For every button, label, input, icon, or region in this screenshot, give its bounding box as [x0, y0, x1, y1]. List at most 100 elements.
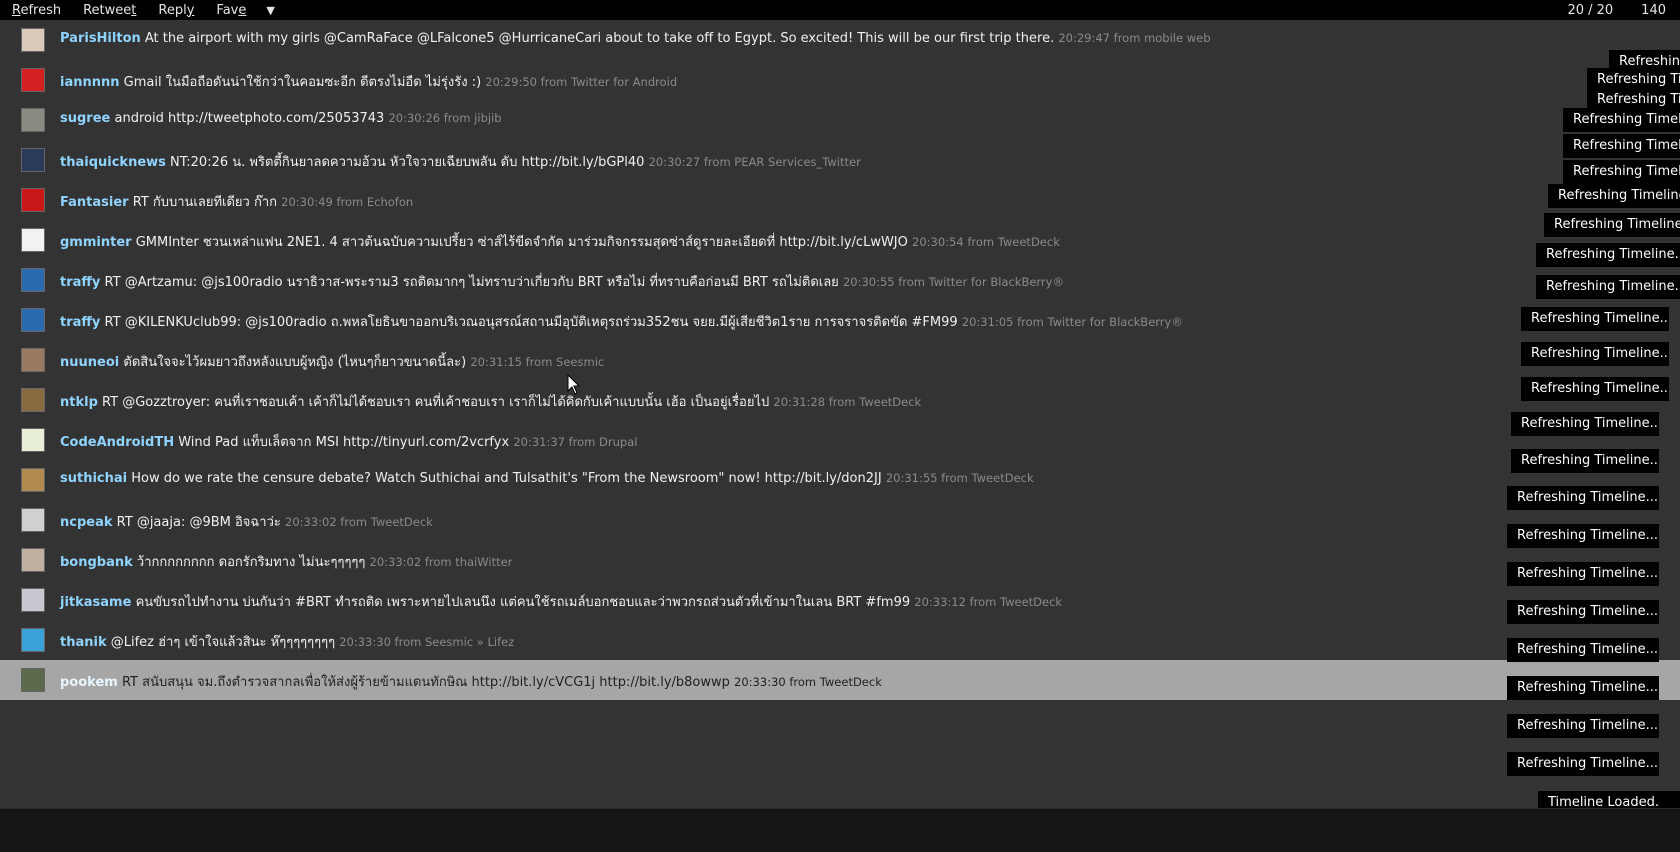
tweet-text: RT @jaaja: @9BM อิจฉาว่ะ: [116, 515, 281, 530]
fave-button[interactable]: Fave: [204, 3, 256, 18]
tweet-text: How do we rate the censure debate? Watch…: [131, 471, 882, 486]
tweet-meta: 20:31:28 from TweetDeck: [773, 395, 922, 409]
avatar[interactable]: [21, 428, 45, 452]
tweet-content: bongbank ว้ากกกกกกกก ดอกรักริมทาง ไม่นะๆ…: [60, 551, 512, 572]
tweet-text: RT @Gozztroyer: คนที่เราชอบเค้า เค้าก็ไม…: [102, 395, 770, 410]
tweet-row[interactable]: jitkasame คนขับรถไปทำงาน บ่นกันว่า #BRT …: [0, 580, 1680, 620]
avatar[interactable]: [21, 268, 45, 292]
tweet-meta: 20:31:55 from TweetDeck: [885, 471, 1034, 485]
tweet-row[interactable]: gmminter GMMInter ชวนเหล่าแฟน 2NE1. 4 สา…: [0, 220, 1680, 260]
tweet-content: traffy RT @KILENKUclub99: @js100radio ถ.…: [60, 311, 1183, 332]
tweet-content: iannnnn Gmail ในมือถือดันน่าใช้กว่าในคอม…: [60, 71, 677, 92]
tweet-meta: 20:33:30 from TweetDeck: [734, 675, 882, 689]
tweet-row[interactable]: thanik @Lifez ฮ่าๆ เข้าใจแล้วสินะ ห๊ๆๆๆๆ…: [0, 620, 1680, 660]
avatar[interactable]: [21, 468, 45, 492]
tweet-content: ntklp RT @Gozztroyer: คนที่เราชอบเค้า เค…: [60, 391, 921, 412]
tweet-content: thanik @Lifez ฮ่าๆ เข้าใจแล้วสินะ ห๊ๆๆๆๆ…: [60, 631, 514, 652]
tweet-row[interactable]: bongbank ว้ากกกกกกกก ดอกรักริมทาง ไม่นะๆ…: [0, 540, 1680, 580]
tweet-meta: 20:30:27 from PEAR Services_Twitter: [648, 155, 861, 169]
tweet-row[interactable]: ntklp RT @Gozztroyer: คนที่เราชอบเค้า เค…: [0, 380, 1680, 420]
tweet-meta: 20:33:12 from TweetDeck: [914, 595, 1063, 609]
tweet-row[interactable]: sugree android http://tweetphoto.com/250…: [0, 100, 1680, 140]
tweet-row[interactable]: traffy RT @Artzamu: @js100radio นราธิวาส…: [0, 260, 1680, 300]
status-area: 20 / 20 140: [1567, 3, 1680, 18]
avatar[interactable]: [21, 28, 45, 52]
tweet-content: Fantasier RT กับบานเลยทีเดียว ก๊าก 20:30…: [60, 191, 413, 212]
tweet-username[interactable]: bongbank: [60, 555, 133, 570]
tweet-username[interactable]: sugree: [60, 111, 110, 126]
tweet-content: pookem RT สนับสนุน จม.ถึงตำรวจสากลเพื่อใ…: [60, 671, 882, 692]
tweet-username[interactable]: ntklp: [60, 395, 98, 410]
tweet-meta: 20:33:02 from thaiWitter: [369, 555, 513, 569]
tweet-row[interactable]: pookem RT สนับสนุน จม.ถึงตำรวจสากลเพื่อใ…: [0, 660, 1680, 700]
tweet-row[interactable]: thaiquicknews NT:20:26 น. พริตตี้กินยาลด…: [0, 140, 1680, 180]
retweet-button[interactable]: Retweet: [71, 3, 146, 18]
tweet-text: RT @Artzamu: @js100radio นราธิวาส-พระราม…: [104, 275, 839, 290]
tweet-content: ncpeak RT @jaaja: @9BM อิจฉาว่ะ 20:33:02…: [60, 511, 433, 532]
chars-left: 140: [1641, 2, 1666, 18]
tweet-text: Wind Pad แท็บเล็ตจาก MSI http://tinyurl.…: [178, 435, 510, 450]
toolbar: Refresh Retweet Reply Fave ▼ 20 / 20 140: [0, 0, 1680, 20]
tweet-meta: 20:33:02 from TweetDeck: [285, 515, 433, 529]
tweet-content: thaiquicknews NT:20:26 น. พริตตี้กินยาลด…: [60, 151, 861, 172]
tweet-username[interactable]: iannnnn: [60, 75, 120, 90]
avatar[interactable]: [21, 228, 45, 252]
tweet-username[interactable]: Fantasier: [60, 195, 129, 210]
tweet-text: ว้ากกกกกกกก ดอกรักริมทาง ไม่นะๆๆๆๆๆ: [136, 555, 366, 570]
avatar[interactable]: [21, 668, 45, 692]
avatar[interactable]: [21, 548, 45, 572]
tweet-meta: 20:29:50 from Twitter for Android: [485, 75, 678, 89]
tweet-username[interactable]: traffy: [60, 315, 100, 330]
tweet-meta: 20:31:37 from Drupal: [513, 435, 638, 449]
tweet-username[interactable]: pookem: [60, 675, 118, 690]
avatar[interactable]: [21, 388, 45, 412]
avatar[interactable]: [21, 148, 45, 172]
avatar[interactable]: [21, 308, 45, 332]
tweet-row[interactable]: Fantasier RT กับบานเลยทีเดียว ก๊าก 20:30…: [0, 180, 1680, 220]
tweet-meta: 20:33:30 from Seesmic » Lifez: [339, 635, 515, 649]
mouse-cursor-icon: [567, 374, 581, 395]
tweet-meta: 20:31:05 from Twitter for BlackBerry®: [961, 315, 1183, 329]
tweet-content: ParisHilton At the airport with my girls…: [60, 31, 1211, 46]
tweet-username[interactable]: thanik: [60, 635, 107, 650]
tweet-username[interactable]: gmminter: [60, 235, 132, 250]
tweet-row[interactable]: CodeAndroidTH Wind Pad แท็บเล็ตจาก MSI h…: [0, 420, 1680, 460]
tweet-username[interactable]: suthichai: [60, 471, 127, 486]
tweet-count: 20 / 20: [1567, 2, 1614, 18]
avatar[interactable]: [21, 508, 45, 532]
tweet-text: NT:20:26 น. พริตตี้กินยาลดความอ้วน หัวใจ…: [170, 155, 645, 170]
timeline: ParisHilton At the airport with my girls…: [0, 20, 1680, 808]
avatar[interactable]: [21, 68, 45, 92]
tweet-username[interactable]: traffy: [60, 275, 100, 290]
tweet-text: At the airport with my girls @CamRaFace …: [144, 31, 1055, 46]
tweet-content: suthichai How do we rate the censure deb…: [60, 471, 1034, 486]
avatar[interactable]: [21, 348, 45, 372]
tweet-row[interactable]: ncpeak RT @jaaja: @9BM อิจฉาว่ะ 20:33:02…: [0, 500, 1680, 540]
tweet-username[interactable]: ncpeak: [60, 515, 113, 530]
tweet-row[interactable]: nuuneoi ตัดสินใจจะไว้ผมยาวถึงหลังแบบผู้ห…: [0, 340, 1680, 380]
tweet-text: RT @KILENKUclub99: @js100radio ถ.พหลโยธิ…: [104, 315, 958, 330]
app-window: Refresh Retweet Reply Fave ▼ 20 / 20 140…: [0, 0, 1680, 852]
avatar[interactable]: [21, 108, 45, 132]
tweet-username[interactable]: nuuneoi: [60, 355, 119, 370]
tweet-meta: 20:30:54 from TweetDeck: [912, 235, 1060, 249]
tweet-row[interactable]: traffy RT @KILENKUclub99: @js100radio ถ.…: [0, 300, 1680, 340]
tweet-content: sugree android http://tweetphoto.com/250…: [60, 111, 502, 126]
avatar[interactable]: [21, 588, 45, 612]
tweet-content: jitkasame คนขับรถไปทำงาน บ่นกันว่า #BRT …: [60, 591, 1062, 612]
tweet-row[interactable]: suthichai How do we rate the censure deb…: [0, 460, 1680, 500]
tweet-row[interactable]: iannnnn Gmail ในมือถือดันน่าใช้กว่าในคอม…: [0, 60, 1680, 100]
reply-button[interactable]: Reply: [146, 3, 204, 18]
tweet-username[interactable]: jitkasame: [60, 595, 131, 610]
avatar[interactable]: [21, 188, 45, 212]
tweet-username[interactable]: thaiquicknews: [60, 155, 166, 170]
avatar[interactable]: [21, 628, 45, 652]
tweet-username[interactable]: ParisHilton: [60, 31, 141, 46]
tweet-meta: 20:30:55 from Twitter for BlackBerry®: [842, 275, 1064, 289]
tweet-text: ตัดสินใจจะไว้ผมยาวถึงหลังแบบผู้หญิง (ไหน…: [123, 355, 467, 370]
tweet-username[interactable]: CodeAndroidTH: [60, 435, 174, 450]
tweet-row[interactable]: ParisHilton At the airport with my girls…: [0, 20, 1680, 60]
refresh-button[interactable]: Refresh: [0, 3, 71, 18]
menu-dropdown-icon[interactable]: ▼: [256, 4, 284, 17]
tweet-content: CodeAndroidTH Wind Pad แท็บเล็ตจาก MSI h…: [60, 431, 637, 452]
